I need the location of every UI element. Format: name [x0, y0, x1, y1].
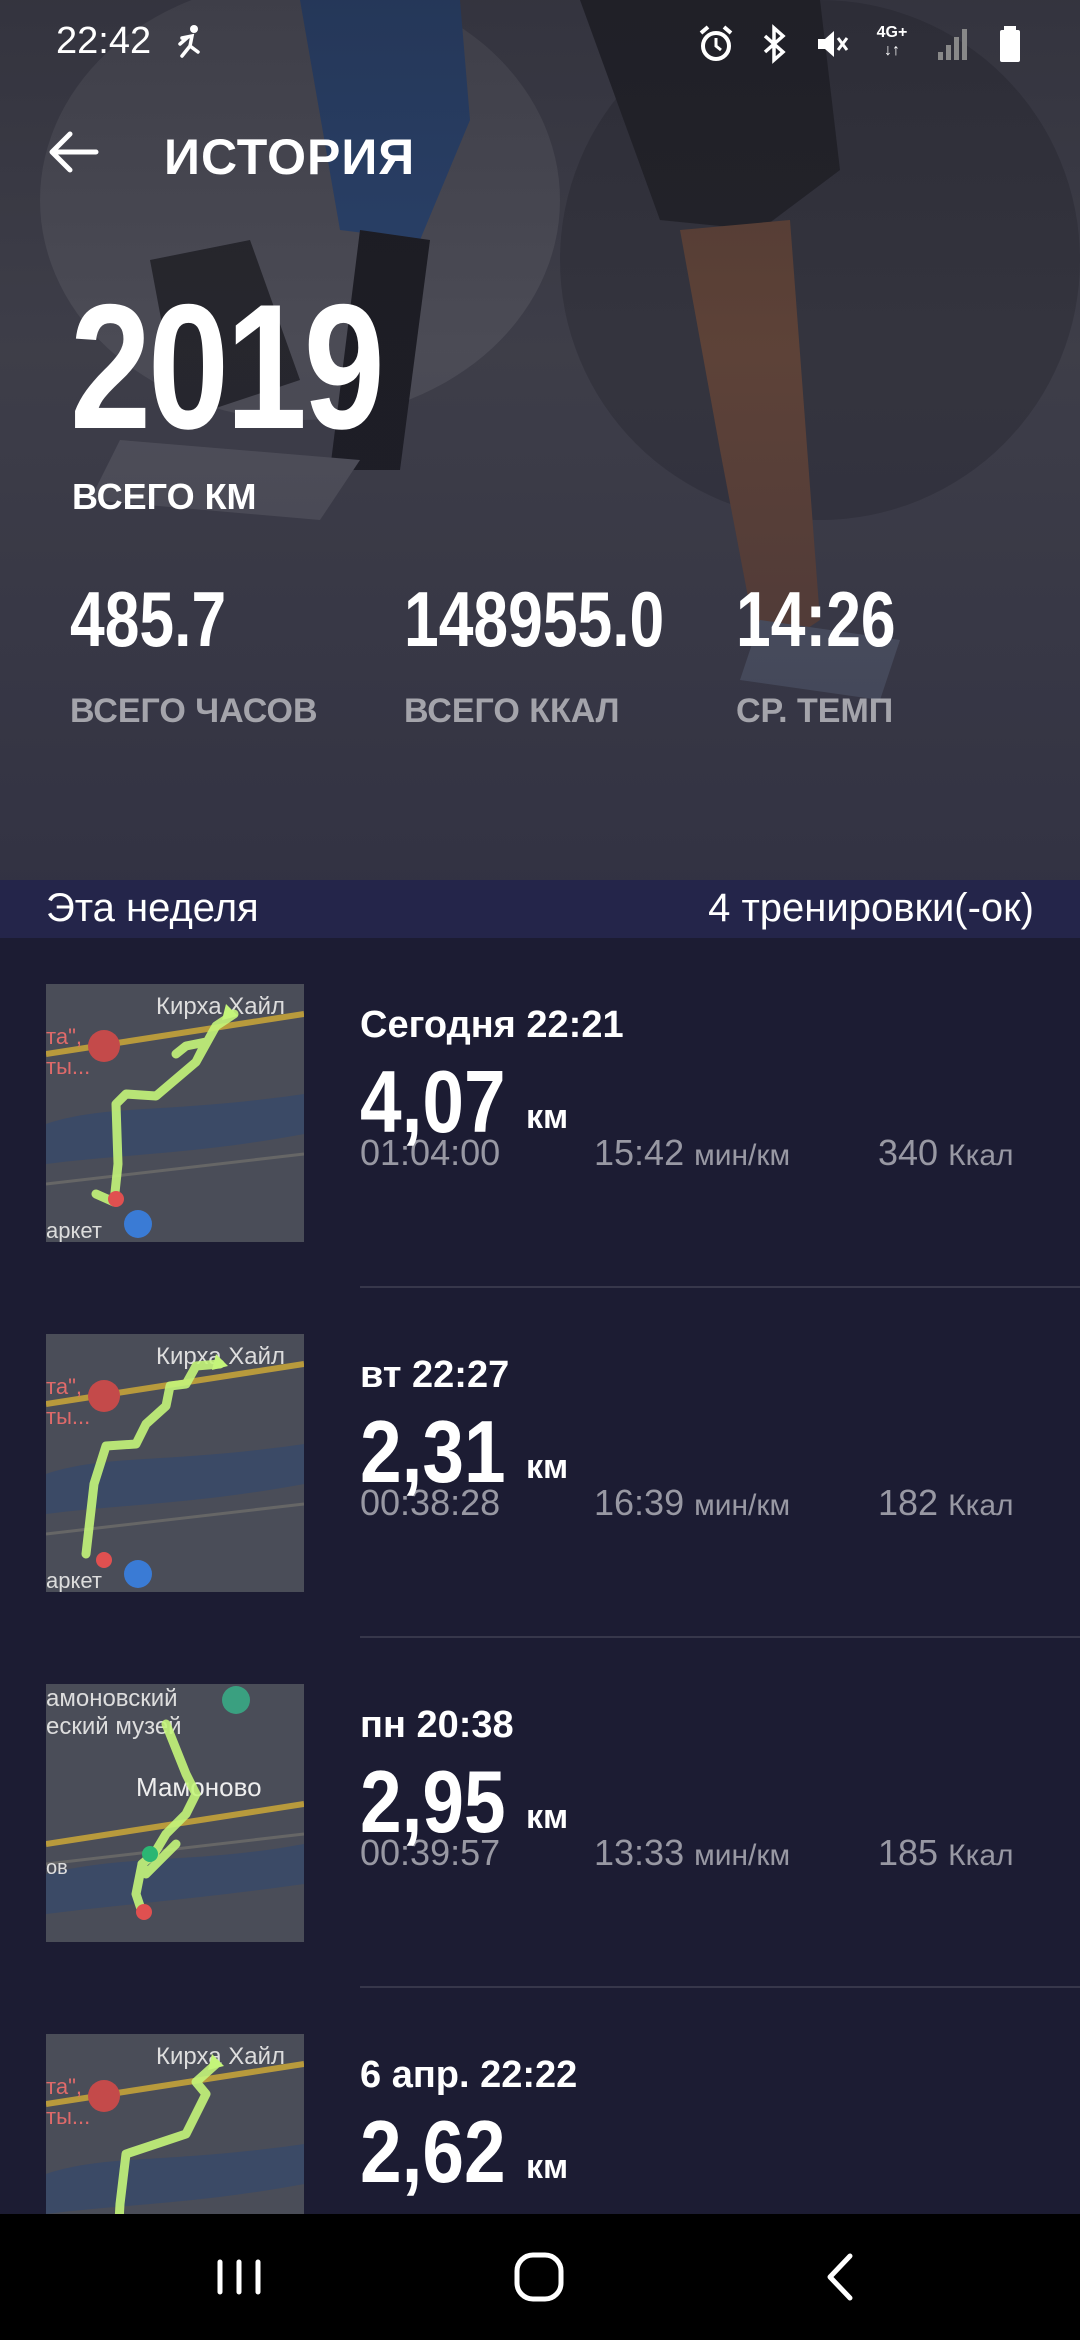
year-total-km: 2019: [70, 267, 385, 466]
workout-item[interactable]: амоновский еский музей Мамоново ов пн 20…: [0, 1638, 1080, 1988]
workout-date: Сегодня 22:21: [360, 1004, 624, 1046]
workout-date: вт 22:27: [360, 1354, 510, 1396]
running-icon: [178, 25, 200, 58]
map-pin-icon: [88, 1380, 120, 1412]
workout-kcal: 340 Ккал: [878, 1132, 1014, 1174]
back-icon[interactable]: [806, 2242, 876, 2312]
alarm-icon: [698, 24, 734, 64]
stat-value: 148955.0: [404, 575, 665, 663]
stat-label: СР. ТЕМП: [736, 692, 894, 730]
workout-item[interactable]: Кирха Хайл та", ты... 6 апр. 22:22 2,62 …: [0, 1988, 1080, 2214]
back-arrow-icon[interactable]: [46, 124, 102, 180]
pace-value: 13:33: [594, 1832, 685, 1873]
stat-total-hours: 485.7 ВСЕГО ЧАСОВ: [70, 580, 318, 731]
mute-icon: [814, 24, 850, 64]
museum-pin-icon: [222, 1686, 250, 1714]
kcal-unit: Ккал: [948, 1839, 1014, 1872]
workout-kcal: 182 Ккал: [878, 1482, 1014, 1524]
workout-date: 6 апр. 22:22: [360, 2054, 578, 2096]
map-label: ов: [46, 1857, 68, 1879]
map-label: ты...: [46, 1054, 90, 1079]
page-title: ИСТОРИЯ: [164, 129, 416, 185]
workout-duration: 00:38:28: [360, 1482, 501, 1523]
workout-distance-unit: км: [526, 1798, 569, 1836]
kcal-value: 182: [878, 1482, 939, 1523]
map-label: та",: [46, 1374, 82, 1399]
shop-pin-icon: [124, 1210, 152, 1238]
year-total-label: ВСЕГО КМ: [72, 476, 257, 517]
stat-label: ВСЕГО ЧАСОВ: [70, 692, 318, 730]
pace-value: 16:39: [594, 1482, 685, 1523]
stat-average-pace: 14:26 СР. ТЕМП: [736, 580, 936, 731]
status-time: 22:42: [56, 20, 152, 62]
pace-unit: мин/км: [694, 1139, 791, 1172]
workout-pace: 16:39 мин/км: [594, 1482, 790, 1524]
bluetooth-icon: [756, 24, 792, 64]
workout-distance-unit: км: [526, 2148, 569, 2186]
workout-distance: 2,62: [360, 2102, 506, 2201]
workout-duration: 00:39:57: [360, 1832, 501, 1873]
route-map-thumbnail: Кирха Хайл та", ты...: [46, 2034, 304, 2214]
stat-total-kcal: 148955.0 ВСЕГО ККАЛ: [404, 580, 729, 731]
workout-distance-unit: км: [526, 1098, 569, 1136]
map-label: аркет: [46, 1568, 102, 1592]
stat-label: ВСЕГО ККАЛ: [404, 692, 620, 730]
status-icons: 4G+ ↓↑: [698, 22, 1028, 66]
workout-pace: 13:33 мин/км: [594, 1832, 790, 1874]
workout-duration: 01:04:00: [360, 1132, 501, 1173]
map-label: та",: [46, 2074, 82, 2099]
week-section-header: Эта неделя 4 тренировки(-ок): [0, 880, 1080, 938]
workout-distance-unit: км: [526, 1448, 569, 1486]
workout-item[interactable]: Кирха Хайл та", ты... аркет вт 22:27 2,3…: [0, 1288, 1080, 1638]
week-workout-count: 4 тренировки(-ок): [708, 886, 1034, 930]
home-icon[interactable]: [504, 2242, 574, 2312]
pace-unit: мин/км: [694, 1839, 791, 1872]
map-label: амоновский: [46, 1685, 178, 1712]
map-label: ты...: [46, 2104, 90, 2129]
map-label: аркет: [46, 1218, 102, 1242]
workout-item[interactable]: Кирха Хайл та", ты... аркет Сегодня 22:2…: [0, 938, 1080, 1288]
pace-value: 15:42: [594, 1132, 685, 1173]
map-pin-icon: [88, 2080, 120, 2112]
map-pin-icon: [88, 1030, 120, 1062]
pace-unit: мин/км: [694, 1489, 791, 1522]
kcal-value: 185: [878, 1832, 939, 1873]
route-map-thumbnail: амоновский еский музей Мамоново ов: [46, 1684, 304, 1942]
workout-date: пн 20:38: [360, 1704, 514, 1746]
route-map-thumbnail: Кирха Хайл та", ты... аркет: [46, 984, 304, 1242]
map-label: та",: [46, 1024, 82, 1049]
map-label: ты...: [46, 1404, 90, 1429]
battery-icon: [992, 24, 1028, 64]
workout-pace: 15:42 мин/км: [594, 1132, 790, 1174]
kcal-unit: Ккал: [948, 1139, 1014, 1172]
kcal-value: 340: [878, 1132, 939, 1173]
stat-value: 14:26: [736, 575, 896, 663]
kcal-unit: Ккал: [948, 1489, 1014, 1522]
shop-pin-icon: [124, 1560, 152, 1588]
status-bar: 22:42 4G+ ↓↑: [0, 0, 1080, 86]
stat-value: 485.7: [70, 575, 227, 663]
week-title: Эта неделя: [46, 886, 259, 930]
route-map-thumbnail: Кирха Хайл та", ты... аркет: [46, 1334, 304, 1592]
system-navigation-bar: [0, 2214, 1080, 2340]
recent-apps-icon[interactable]: [204, 2242, 274, 2312]
map-label: еский музей: [46, 1713, 182, 1740]
workout-kcal: 185 Ккал: [878, 1832, 1014, 1874]
network-type-icon: 4G+ ↓↑: [876, 24, 908, 59]
signal-icon: [934, 24, 970, 64]
map-label: Кирха Хайл: [156, 993, 285, 1020]
